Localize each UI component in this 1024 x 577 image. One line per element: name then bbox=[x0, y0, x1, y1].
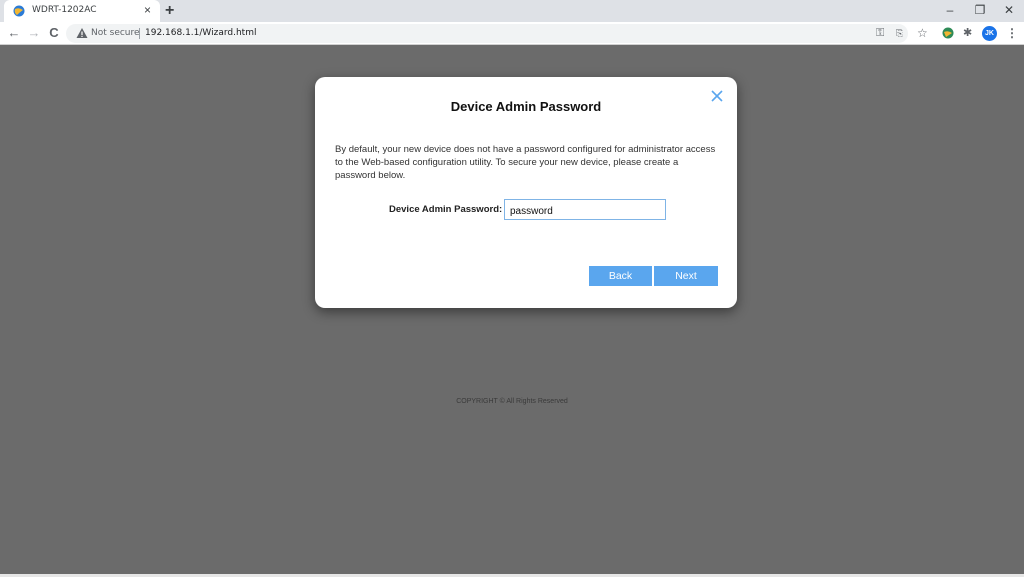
key-icon[interactable]: ⚿ bbox=[876, 26, 884, 41]
profile-avatar[interactable]: JK bbox=[982, 26, 997, 41]
browser-tab[interactable]: WDRT-1202AC × bbox=[4, 0, 160, 22]
omnibox-divider bbox=[139, 28, 140, 39]
browser-tab-strip: WDRT-1202AC × + – ❐ ✕ bbox=[0, 0, 1024, 22]
reload-icon[interactable]: C bbox=[45, 24, 63, 42]
extension-globe-icon[interactable] bbox=[942, 27, 954, 39]
admin-password-input[interactable] bbox=[504, 199, 666, 220]
tab-title: WDRT-1202AC bbox=[32, 5, 97, 15]
next-button[interactable]: Next bbox=[654, 266, 718, 286]
copyright-text: COPYRIGHT © All Rights Reserved bbox=[456, 398, 568, 405]
favicon-icon bbox=[13, 5, 25, 17]
close-window-button[interactable]: ✕ bbox=[999, 2, 1019, 18]
dialog-description: By default, your new device does not hav… bbox=[335, 144, 716, 181]
forward-arrow-icon[interactable]: → bbox=[25, 24, 43, 42]
new-tab-button[interactable]: + bbox=[165, 1, 174, 21]
minimize-button[interactable]: – bbox=[940, 2, 960, 18]
password-label: Device Admin Password: bbox=[389, 204, 503, 215]
browser-toolbar: ← → C Not secure 192.168.1.1/Wizard.html… bbox=[0, 22, 1024, 45]
translate-icon[interactable]: ⎘ bbox=[896, 26, 903, 41]
puzzle-icon[interactable]: ✱ bbox=[963, 25, 972, 41]
dialog-title: Device Admin Password bbox=[450, 99, 602, 114]
url-text[interactable]: 192.168.1.1/Wizard.html bbox=[145, 28, 256, 38]
close-icon[interactable] bbox=[710, 89, 724, 103]
tab-close-icon[interactable]: × bbox=[144, 3, 151, 17]
address-bar[interactable]: Not secure 192.168.1.1/Wizard.html ⚿ ⎘ bbox=[66, 24, 908, 43]
warning-triangle-icon bbox=[76, 28, 88, 38]
back-button[interactable]: Back bbox=[589, 266, 652, 286]
star-icon[interactable]: ☆ bbox=[917, 25, 928, 41]
restore-button[interactable]: ❐ bbox=[970, 2, 990, 18]
browser-menu-icon[interactable]: ⋮ bbox=[1006, 25, 1018, 41]
back-arrow-icon[interactable]: ← bbox=[5, 24, 23, 42]
admin-password-dialog: Device Admin Password By default, your n… bbox=[315, 77, 737, 308]
security-status[interactable]: Not secure bbox=[91, 28, 140, 38]
